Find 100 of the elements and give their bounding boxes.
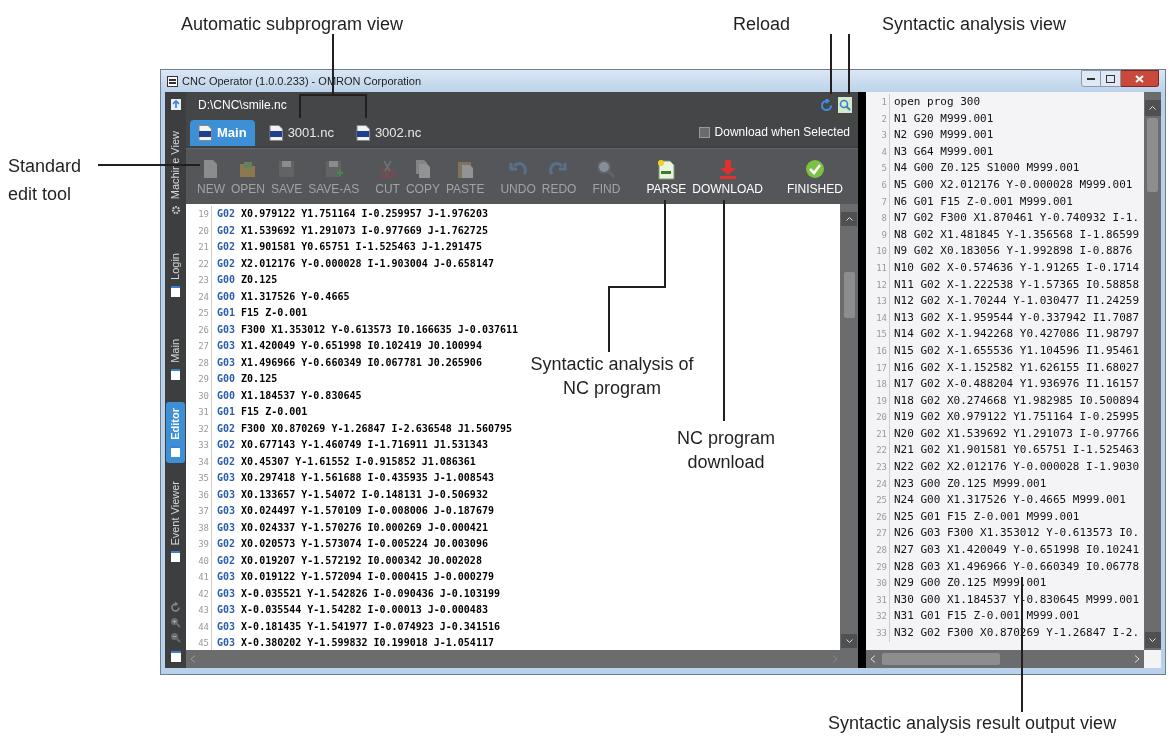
output-line: N9 G02 X0.183056 Y-1.992898 I-0.8876 (893, 243, 1133, 260)
line-number: 42 (186, 585, 212, 602)
output-line: N12 G02 X-1.70244 Y-1.030477 I1.24259 (893, 293, 1140, 310)
minimize-icon (1087, 77, 1095, 80)
callout-label: Reload (733, 13, 791, 36)
file-tab[interactable]: 3002.nc (347, 120, 430, 146)
maximize-button[interactable] (1101, 70, 1121, 87)
close-button[interactable] (1121, 70, 1159, 87)
caret-down-icon (845, 639, 853, 643)
scroll-left-icon[interactable] (190, 655, 196, 663)
minimize-button[interactable] (1081, 70, 1101, 87)
side-tab[interactable]: Machine View (166, 125, 185, 222)
line-number: 28 (866, 542, 890, 559)
output-line: N2 G90 M999.001 (893, 127, 994, 144)
line-number: 31 (186, 404, 212, 421)
line-number: 44 (186, 618, 212, 635)
code-line: G03 X-0.035521 Y-1.542826 I-0.090436 J-0.103199 (216, 586, 500, 601)
output-line: N1 G20 M999.001 (893, 110, 994, 127)
scroll-thumb[interactable] (1147, 118, 1158, 192)
line-number: 17 (866, 359, 890, 377)
line-number: 8 (866, 210, 890, 227)
callout-label: Syntactic analysis result output view (828, 712, 1117, 734)
line-number: 26 (866, 508, 890, 526)
code-line: G02 X0.677143 Y-1.460749 I-1.716911 J1.531343 (216, 438, 488, 452)
toolbar-button[interactable]: DOWNLOAD (691, 158, 764, 195)
vertical-scrollbar[interactable] (840, 204, 858, 650)
file-icon (198, 125, 212, 141)
refresh-icon[interactable] (170, 602, 181, 613)
output-line: N25 G01 F15 Z-0.001 M999.001 (893, 508, 1080, 525)
horizontal-scrollbar[interactable] (186, 650, 858, 668)
line-number: 35 (186, 470, 212, 487)
toolbar-button[interactable]: FINISHED (785, 158, 844, 195)
side-tab[interactable]: Event Viewer (166, 474, 185, 569)
file-tab[interactable]: Main (190, 120, 255, 146)
document-icon (656, 158, 677, 180)
window-icon (171, 286, 180, 298)
side-tab[interactable]: Editor (166, 402, 185, 463)
scroll-up-button[interactable] (1144, 100, 1161, 116)
output-line: N31 G01 F15 Z-0.001 M999.001 (893, 608, 1080, 625)
zoom-out-icon[interactable] (170, 632, 181, 643)
line-number: 23 (186, 272, 212, 289)
code-line: G03 X0.297418 Y-1.561688 I-0.435935 J-1.008543 (216, 471, 494, 485)
output-line: open prog 300 (893, 94, 981, 110)
line-number: 30 (866, 575, 890, 592)
horizontal-scrollbar[interactable] (866, 650, 1144, 668)
scroll-down-button[interactable] (841, 634, 857, 648)
line-number: 27 (866, 525, 890, 543)
floppy-disk-plus-icon (323, 158, 344, 180)
line-number: 40 (186, 552, 212, 569)
output-line: N8 G02 X1.481845 Y-1.356568 I-1.86599 (893, 226, 1140, 243)
line-number: 19 (186, 206, 212, 223)
output-line: N18 G02 X0.274668 Y1.982985 I0.500894 (893, 392, 1140, 409)
output-line: N3 G64 M999.001 (893, 143, 994, 160)
window-icon[interactable] (170, 651, 181, 662)
line-number: 5 (866, 160, 890, 177)
code-line: G02 X2.012176 Y-0.000028 I-1.903004 J-0.658147 (216, 256, 494, 271)
download-when-selected-checkbox[interactable]: Download when Selected (698, 123, 850, 141)
file-tab[interactable]: 3001.nc (260, 120, 342, 146)
line-number: 7 (866, 193, 890, 211)
file-icon (268, 125, 283, 141)
line-number: 39 (186, 536, 212, 553)
vertical-scrollbar[interactable] (1144, 92, 1161, 650)
code-line: G00 X1.184537 Y-0.830645 (216, 388, 362, 403)
line-number: 28 (186, 354, 212, 371)
scroll-thumb[interactable] (882, 653, 1000, 665)
scissors-icon (377, 158, 398, 180)
reload-icon[interactable] (820, 98, 833, 112)
output-line: N6 G01 F15 Z-0.001 M999.001 (893, 193, 1073, 210)
output-line: N13 G02 X-1.959544 Y-0.337942 I1.7087 (893, 309, 1140, 326)
line-number: 33 (866, 625, 890, 642)
output-line: N27 G03 X1.420049 Y-0.651998 I0.10241 (893, 542, 1140, 559)
line-number: 20 (866, 409, 890, 426)
line-number: 32 (186, 420, 212, 437)
output-line: N16 G02 X-1.152582 Y1.626155 I1.68027 (893, 359, 1140, 376)
code-line: G02 X1.539692 Y1.291073 I-0.977669 J-1.762725 (216, 223, 488, 238)
output-line: N21 G02 X1.901581 Y0.65751 I-1.525463 (893, 442, 1140, 459)
toolbar-button[interactable]: PARSE (645, 158, 688, 195)
caret-down-icon (1149, 638, 1156, 642)
line-number: 29 (866, 558, 890, 576)
line-number: 19 (866, 392, 890, 410)
zoom-in-icon[interactable] (170, 617, 181, 628)
line-number: 32 (866, 608, 890, 625)
code-line: G02 X0.45307 Y-1.61552 I-0.915852 J1.086361 (216, 454, 476, 469)
code-line: G02 X0.019207 Y-1.572192 I0.000342 J0.002028 (216, 553, 482, 568)
line-number: 21 (186, 239, 212, 256)
code-line: G03 X0.019122 Y-1.572094 I-0.000415 J-0.000279 (216, 570, 494, 584)
window-icon (171, 551, 180, 563)
scroll-right-icon[interactable] (832, 655, 838, 663)
line-number: 33 (186, 437, 212, 454)
search-icon[interactable] (838, 97, 852, 113)
scroll-up-button[interactable] (841, 212, 857, 226)
code-line: G03 X1.496966 Y-0.660349 I0.067781 J0.265906 (216, 355, 482, 370)
side-tab[interactable]: Main (166, 333, 185, 387)
line-number: 27 (186, 338, 212, 355)
line-number: 24 (186, 288, 212, 305)
line-number: 38 (186, 519, 212, 536)
scroll-down-button[interactable] (1144, 632, 1161, 648)
line-number: 11 (866, 259, 890, 277)
side-tab[interactable]: Login (166, 247, 185, 304)
scroll-thumb[interactable] (843, 272, 855, 318)
